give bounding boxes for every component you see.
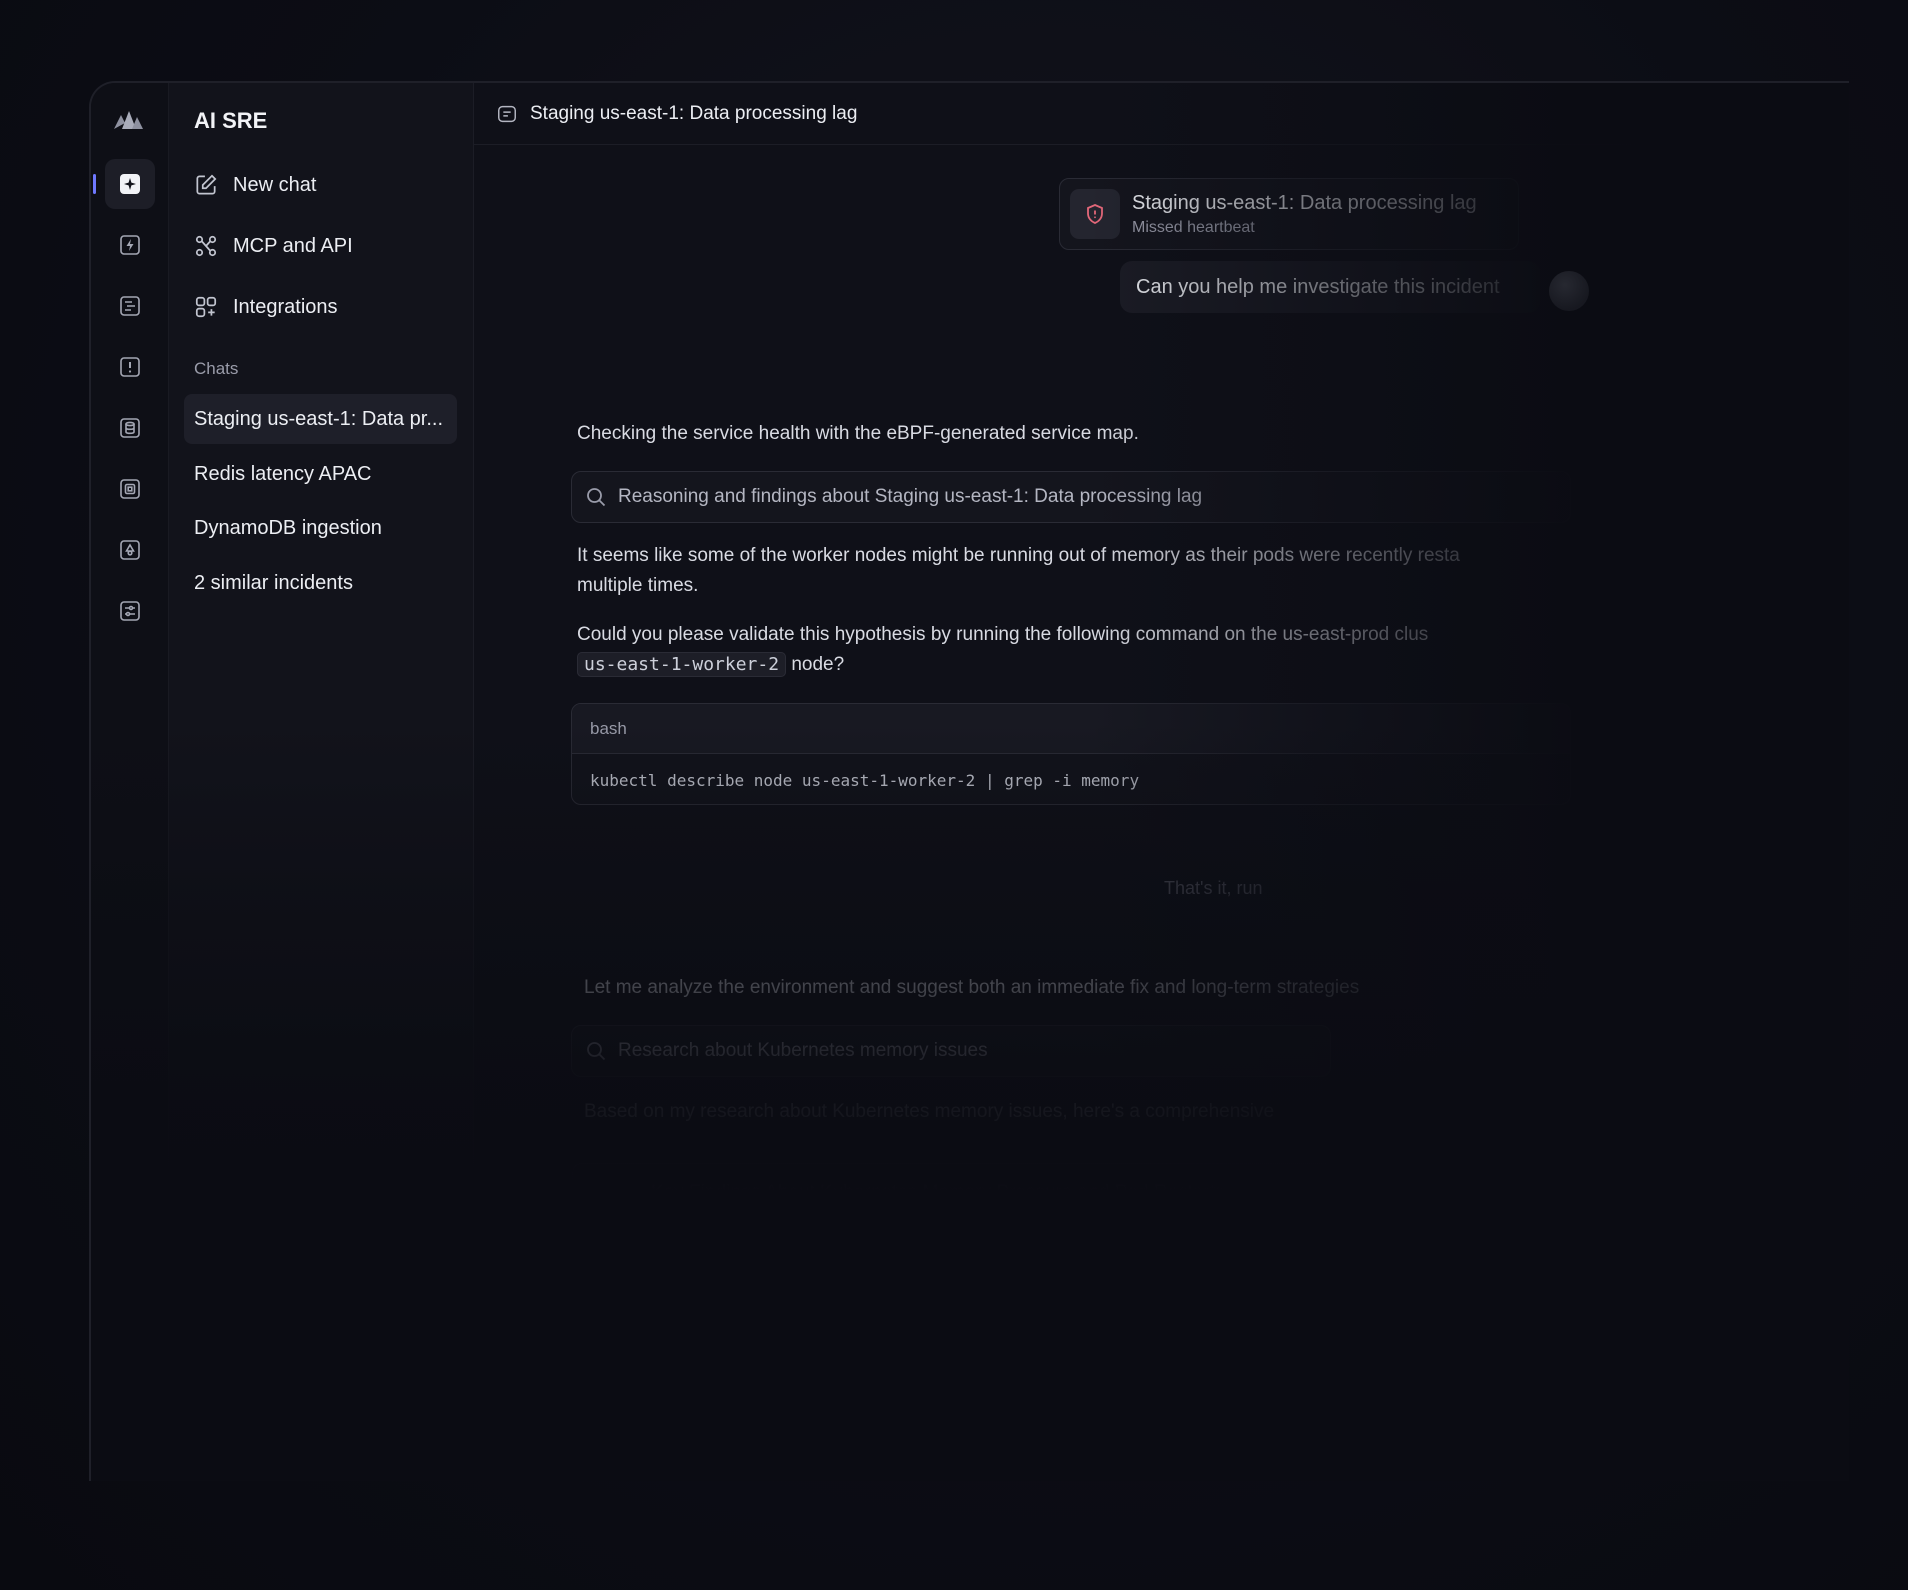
icon-rail bbox=[91, 83, 169, 1481]
grid-plus-icon bbox=[195, 296, 217, 318]
rail-events-button[interactable] bbox=[105, 220, 155, 270]
research-pill-label: Research about Kubernetes memory issues bbox=[618, 1040, 988, 1061]
chip-icon bbox=[120, 479, 140, 499]
document-card[interactable]: Key Findings About Kubernetes Memory Pre… bbox=[572, 1163, 1332, 1243]
rail-alerts-button[interactable] bbox=[105, 342, 155, 392]
ghost-user-reply: That's it, run bbox=[1164, 878, 1263, 898]
active-indicator bbox=[93, 174, 96, 194]
conversation-panel: Staging us-east-1: Data processing lag S… bbox=[474, 83, 1849, 1481]
nodes-icon bbox=[195, 235, 217, 257]
finding-line-2: multiple times. bbox=[577, 575, 699, 596]
mcp-and-api-label: MCP and API bbox=[233, 234, 353, 257]
research-pill[interactable]: Research about Kubernetes memory issues bbox=[571, 1025, 1331, 1077]
code-block: bash kubectl describe node us-east-1-wor… bbox=[571, 703, 1571, 805]
research-line: Based on my research about Kubernetes me… bbox=[584, 1101, 1275, 1122]
avatar bbox=[1549, 271, 1589, 311]
sliders-icon bbox=[120, 601, 140, 621]
database-icon bbox=[120, 418, 140, 438]
incident-subtitle: Missed heartbeat bbox=[1132, 218, 1255, 236]
chat-item-label: Redis latency APAC bbox=[194, 462, 372, 485]
question-tail: node? bbox=[791, 654, 845, 675]
integrations-button[interactable]: Integrations bbox=[193, 287, 338, 327]
document-subtitle: Document bbox=[651, 1207, 720, 1225]
chat-item-redis[interactable]: Redis latency APAC bbox=[184, 449, 457, 499]
sidebar: AI SRE New chat MCP and API Integrations… bbox=[169, 83, 474, 1481]
app-title: AI SRE bbox=[194, 108, 268, 133]
code-language: bash bbox=[572, 704, 1570, 754]
rail-ai-chat-button[interactable] bbox=[105, 159, 155, 209]
finding-line-1: It seems like some of the worker nodes m… bbox=[577, 545, 1460, 566]
incident-text: Staging us-east-1: Data processing lag M… bbox=[1132, 192, 1477, 237]
code-command[interactable]: kubectl describe node us-east-1-worker-2… bbox=[572, 754, 1570, 804]
chat-item-dynamodb[interactable]: DynamoDB ingestion bbox=[184, 503, 457, 553]
integrations-label: Integrations bbox=[233, 295, 338, 318]
reasoning-pill[interactable]: Reasoning and findings about Staging us-… bbox=[571, 471, 1571, 523]
document-text: Key Findings About Kubernetes Memory Pre… bbox=[651, 1182, 1224, 1225]
conversation-header: Staging us-east-1: Data processing lag bbox=[474, 83, 1849, 145]
rail-infrastructure-button[interactable] bbox=[105, 464, 155, 514]
question-line-2: us-east-1-worker-2 node? bbox=[577, 650, 844, 680]
list-icon bbox=[120, 296, 140, 316]
chat-item-label: 2 similar incidents bbox=[194, 571, 353, 594]
rail-settings-button[interactable] bbox=[105, 586, 155, 636]
reasoning-pill-label: Reasoning and findings about Staging us-… bbox=[618, 486, 1203, 507]
new-chat-label: New chat bbox=[233, 173, 317, 196]
incident-card[interactable]: Staging us-east-1: Data processing lag M… bbox=[1059, 178, 1519, 250]
chat-icon bbox=[498, 105, 516, 122]
document-icon-box bbox=[585, 1177, 637, 1229]
document-title: Key Findings About Kubernetes Memory Pre… bbox=[651, 1181, 1225, 1203]
node-code: us-east-1-worker-2 bbox=[577, 652, 787, 677]
user-message: Can you help me investigate this inciden… bbox=[1120, 261, 1540, 313]
new-chat-button[interactable]: New chat bbox=[193, 165, 316, 205]
chat-item-staging[interactable]: Staging us-east-1: Data pr... bbox=[184, 394, 457, 444]
rail-workflows-button[interactable] bbox=[105, 525, 155, 575]
edit-icon bbox=[196, 174, 217, 195]
incident-title: Staging us-east-1: Data processing lag bbox=[1132, 191, 1477, 214]
assistant-intro: Checking the service health with the eBP… bbox=[577, 423, 1139, 444]
search-icon bbox=[587, 488, 606, 507]
conversation-title: Staging us-east-1: Data processing lag bbox=[530, 102, 858, 124]
search-icon bbox=[587, 1042, 606, 1061]
chat-item-label: Staging us-east-1: Data pr... bbox=[194, 407, 444, 430]
shield-icon bbox=[1087, 204, 1103, 224]
app-window: AI SRE New chat MCP and API Integrations… bbox=[89, 81, 1849, 1481]
rail-database-button[interactable] bbox=[105, 403, 155, 453]
screen: AI SRE New chat MCP and API Integrations… bbox=[0, 0, 1908, 1590]
alert-icon bbox=[120, 357, 140, 377]
sparkle-icon bbox=[120, 174, 140, 194]
analysis-line: Let me analyze the environment and sugge… bbox=[584, 977, 1360, 998]
chats-heading: Chats bbox=[194, 359, 239, 378]
logo-icon bbox=[114, 111, 143, 129]
document-icon bbox=[604, 1193, 619, 1213]
rail-logs-button[interactable] bbox=[105, 281, 155, 331]
recycle-icon bbox=[120, 540, 140, 560]
chat-item-label: DynamoDB ingestion bbox=[194, 516, 382, 539]
bolt-icon bbox=[120, 235, 140, 255]
chat-item-similar-incidents[interactable]: 2 similar incidents bbox=[184, 558, 457, 608]
incident-icon-box bbox=[1070, 189, 1120, 239]
mcp-and-api-button[interactable]: MCP and API bbox=[193, 226, 353, 266]
question-line-1: Could you please validate this hypothesi… bbox=[577, 624, 1429, 645]
